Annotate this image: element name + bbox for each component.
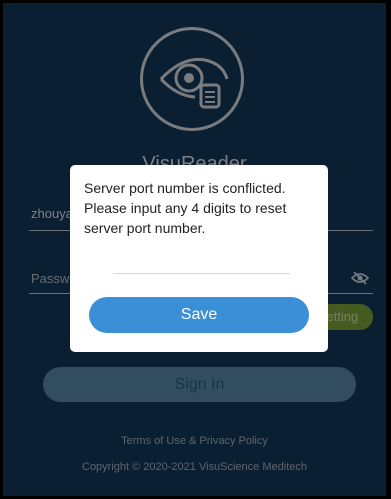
port-number-input[interactable] [113,249,290,274]
dialog-message: Server port number is conflicted. Please… [84,180,287,236]
port-conflict-dialog: Server port number is conflicted. Please… [70,165,328,352]
login-screen: VisuReader zhouyang Setting Sign In Term… [3,3,386,496]
save-button[interactable]: Save [89,297,309,333]
